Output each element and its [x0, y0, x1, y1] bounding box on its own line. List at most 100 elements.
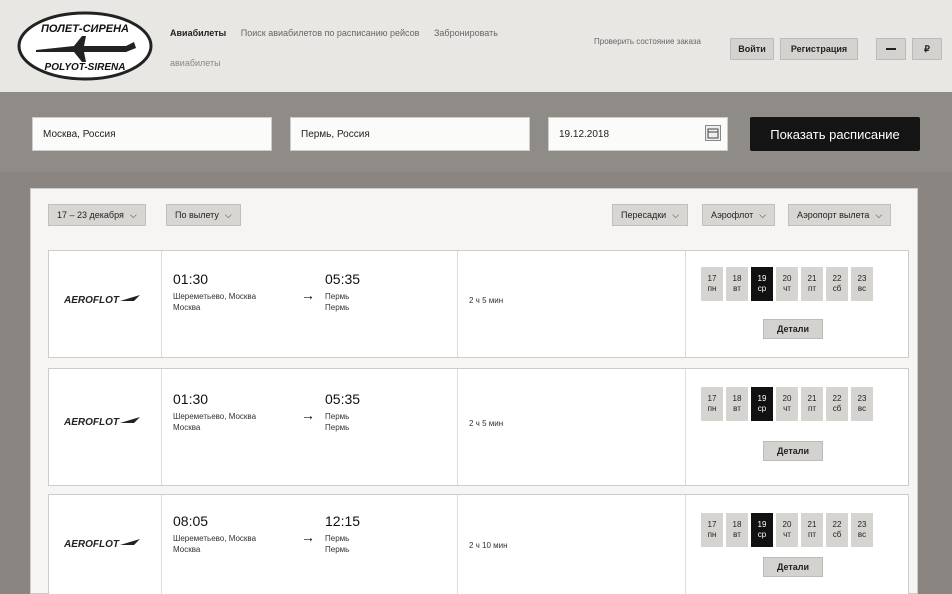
flight-duration: 2 ч 5 мин — [469, 296, 504, 305]
nav-link-schedule-search[interactable]: Поиск авиабилетов по расписанию рейсов — [241, 28, 420, 38]
arrival-airport: Пермь — [325, 292, 350, 301]
to-field[interactable]: Пермь, Россия — [290, 117, 530, 151]
transfers-filter[interactable]: Пересадки ⌵ — [612, 204, 689, 226]
day-weekday: вт — [733, 530, 741, 539]
day-21[interactable]: 21 пт — [801, 513, 823, 547]
logo-text-bottom: POLYOT-SIRENA — [45, 62, 126, 73]
day-21[interactable]: 21 пт — [801, 267, 823, 301]
flight-card: AEROFLOT 01:30 Шереметьево, Москва Москв… — [48, 250, 909, 358]
day-weekday: пн — [707, 530, 717, 539]
day-20[interactable]: 20 чт — [776, 387, 798, 421]
sort-filter-label: По вылету — [175, 210, 219, 220]
departure-airport-filter[interactable]: Аэропорт вылета ⌵ — [788, 204, 892, 226]
day-20[interactable]: 20 чт — [776, 513, 798, 547]
arrival-time: 12:15 — [325, 513, 361, 529]
aeroflot-logo: AEROFLOT — [64, 295, 140, 306]
chevron-down-icon: ⌵ — [224, 209, 232, 220]
day-17[interactable]: 17 пн — [701, 387, 723, 421]
day-number: 17 — [707, 274, 717, 283]
day-selector: 17 пн 18 вт 19 ср 20 чт 21 пт 22 сб 23 вс — [701, 267, 876, 301]
day-23[interactable]: 23 вс — [851, 267, 873, 301]
arrow-right-icon: → — [301, 529, 315, 545]
airline-name: AEROFLOT — [64, 539, 120, 550]
currency-button[interactable]: ₽ — [912, 38, 942, 60]
day-number: 23 — [857, 274, 867, 283]
day-19[interactable]: 19 ср — [751, 387, 773, 421]
show-schedule-button[interactable]: Показать расписание — [750, 117, 920, 151]
aeroflot-logo: AEROFLOT — [64, 417, 140, 428]
airline-filter[interactable]: Аэрофлот ⌵ — [702, 204, 776, 226]
departure-time: 08:05 — [173, 513, 209, 529]
day-weekday: вс — [857, 530, 867, 539]
day-22[interactable]: 22 сб — [826, 387, 848, 421]
day-19[interactable]: 19 ср — [751, 513, 773, 547]
day-18[interactable]: 18 вт — [726, 267, 748, 301]
flight-card: AEROFLOT 08:05 Шереметьево, Москва Москв… — [48, 494, 909, 594]
calendar-icon[interactable] — [705, 125, 721, 141]
day-19[interactable]: 19 ср — [751, 267, 773, 301]
departure-place: Шереметьево, Москва Москва — [173, 533, 256, 555]
day-17[interactable]: 17 пн — [701, 267, 723, 301]
polyot-sirena-logo[interactable]: ПОЛЕТ-СИРЕНА POLYOT-SIRENA — [16, 10, 154, 82]
day-weekday: пт — [808, 284, 816, 293]
logo-text-top: ПОЛЕТ-СИРЕНА — [41, 23, 129, 35]
day-21[interactable]: 21 пт — [801, 387, 823, 421]
day-number: 20 — [782, 394, 792, 403]
chevron-down-icon: ⌵ — [129, 209, 137, 220]
day-22[interactable]: 22 сб — [826, 513, 848, 547]
day-number: 22 — [832, 394, 842, 403]
menu-icon — [886, 48, 896, 50]
chevron-down-icon: ⌵ — [672, 209, 680, 220]
day-weekday: пн — [707, 404, 717, 413]
sort-filter[interactable]: По вылету ⌵ — [166, 204, 241, 226]
departure-airport: Шереметьево, Москва — [173, 292, 257, 301]
dates-filter[interactable]: 17 – 23 декабря ⌵ — [48, 204, 146, 226]
arrival-place: Пермь Пермь — [325, 533, 349, 555]
from-field[interactable]: Москва, Россия — [32, 117, 272, 151]
dates-filter-label: 17 – 23 декабря — [57, 210, 124, 220]
flight-duration: 2 ч 5 мин — [469, 419, 504, 428]
day-number: 17 — [707, 520, 717, 529]
day-number: 17 — [707, 394, 717, 403]
day-number: 23 — [857, 520, 867, 529]
day-weekday: ср — [757, 530, 767, 539]
nav-sub-label[interactable]: авиабилеты — [170, 58, 221, 68]
departure-time: 01:30 — [173, 391, 209, 407]
arrival-city: Пермь — [325, 545, 350, 554]
day-17[interactable]: 17 пн — [701, 513, 723, 547]
arrival-airport: Пермь — [325, 534, 350, 543]
arrival-time: 05:35 — [325, 271, 361, 287]
day-weekday: пт — [808, 404, 816, 413]
day-weekday: вт — [733, 284, 741, 293]
register-button[interactable]: Регистрация — [780, 38, 858, 60]
login-button[interactable]: Войти — [730, 38, 774, 60]
arrival-place: Пермь Пермь — [325, 291, 349, 313]
day-23[interactable]: 23 вс — [851, 513, 873, 547]
nav-link-tickets[interactable]: Авиабилеты — [170, 28, 226, 38]
day-weekday: вс — [857, 284, 867, 293]
day-18[interactable]: 18 вт — [726, 387, 748, 421]
menu-button[interactable] — [876, 38, 906, 60]
day-number: 22 — [832, 520, 842, 529]
airline-filter-label: Аэрофлот — [711, 210, 754, 220]
day-number: 22 — [832, 274, 842, 283]
flight-duration: 2 ч 10 мин — [469, 541, 508, 550]
check-order-status-link[interactable]: Проверить состояние заказа — [594, 36, 704, 48]
details-button[interactable]: Детали — [763, 441, 823, 461]
day-number: 18 — [732, 520, 742, 529]
flight-card: AEROFLOT 01:30 Шереметьево, Москва Москв… — [48, 368, 909, 486]
nav-link-book[interactable]: Забронировать — [434, 28, 498, 38]
day-weekday: пн — [707, 284, 717, 293]
day-23[interactable]: 23 вс — [851, 387, 873, 421]
day-22[interactable]: 22 сб — [826, 267, 848, 301]
day-20[interactable]: 20 чт — [776, 267, 798, 301]
arrival-city: Пермь — [325, 303, 350, 312]
arrival-place: Пермь Пермь — [325, 411, 349, 433]
details-button[interactable]: Детали — [763, 557, 823, 577]
date-field[interactable]: 19.12.2018 — [548, 117, 728, 151]
day-number: 19 — [757, 520, 767, 529]
departure-city: Москва — [173, 423, 201, 432]
details-button[interactable]: Детали — [763, 319, 823, 339]
day-weekday: вс — [857, 404, 867, 413]
day-18[interactable]: 18 вт — [726, 513, 748, 547]
